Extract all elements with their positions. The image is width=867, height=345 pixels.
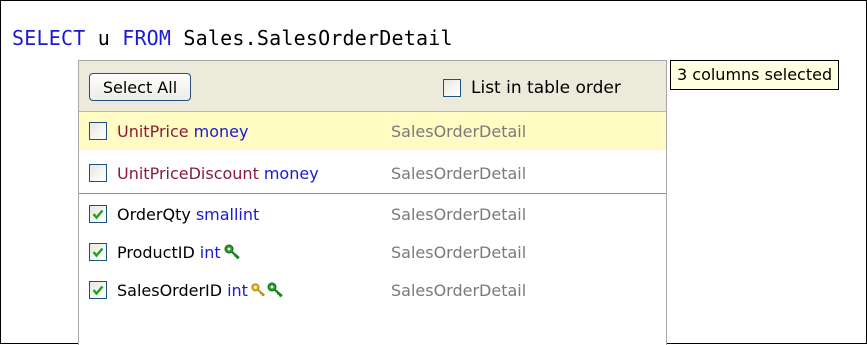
column-checkbox-checked[interactable]: [89, 205, 107, 223]
column-checkbox-checked[interactable]: [89, 243, 107, 261]
list-order-checkbox[interactable]: [443, 79, 461, 97]
column-table: SalesOrderDetail: [391, 121, 527, 141]
selection-divider: [79, 193, 666, 194]
list-in-table-order-toggle[interactable]: List in table order: [443, 77, 621, 99]
identifier-u: u: [97, 26, 110, 50]
table-name: Sales.SalesOrderDetail: [183, 26, 453, 50]
sql-query-line[interactable]: SELECT u FROM Sales.SalesOrderDetail: [12, 26, 453, 50]
column-type: money: [193, 121, 249, 141]
gold-key-icon: [251, 282, 267, 298]
column-row-orderqty[interactable]: OrderQty smallint SalesOrderDetail: [79, 195, 666, 233]
keyword-select: SELECT: [12, 26, 86, 50]
column-type: money: [263, 163, 319, 183]
popup-header: Select All List in table order: [79, 61, 666, 112]
column-row-productid[interactable]: ProductID int SalesOrderDetail: [79, 233, 666, 271]
list-order-label: List in table order: [471, 78, 621, 98]
checkmark-icon: [92, 209, 104, 220]
checkmark-icon: [92, 285, 104, 296]
column-name: SalesOrderID: [117, 280, 223, 300]
column-name: OrderQty: [117, 204, 191, 224]
column-row-salesorderid[interactable]: SalesOrderID int SalesOrderDetail: [79, 271, 666, 309]
keyword-from: FROM: [122, 26, 172, 50]
select-all-button[interactable]: Select All: [89, 73, 191, 101]
column-row-unitprice[interactable]: UnitPrice money SalesOrderDetail: [79, 112, 666, 150]
column-type: smallint: [195, 204, 260, 224]
column-checkbox[interactable]: [89, 122, 107, 140]
column-name: UnitPriceDiscount: [117, 163, 259, 183]
column-table: SalesOrderDetail: [391, 204, 527, 224]
selection-count-tooltip: 3 columns selected: [670, 60, 840, 90]
column-row-unitpricediscount[interactable]: UnitPriceDiscount money SalesOrderDetail: [79, 154, 666, 192]
column-table: SalesOrderDetail: [391, 163, 527, 183]
column-checkbox[interactable]: [89, 164, 107, 182]
column-checkbox-checked[interactable]: [89, 281, 107, 299]
green-key-icon: [224, 244, 242, 260]
column-type: int: [199, 242, 221, 262]
checkmark-icon: [92, 247, 104, 258]
column-name: ProductID: [117, 242, 195, 262]
green-key-icon: [267, 282, 285, 298]
column-table: SalesOrderDetail: [391, 242, 527, 262]
column-name: UnitPrice: [117, 121, 189, 141]
column-table: SalesOrderDetail: [391, 280, 527, 300]
column-type: int: [227, 280, 248, 300]
column-picker-popup: Select All List in table order UnitPrice…: [78, 60, 667, 345]
